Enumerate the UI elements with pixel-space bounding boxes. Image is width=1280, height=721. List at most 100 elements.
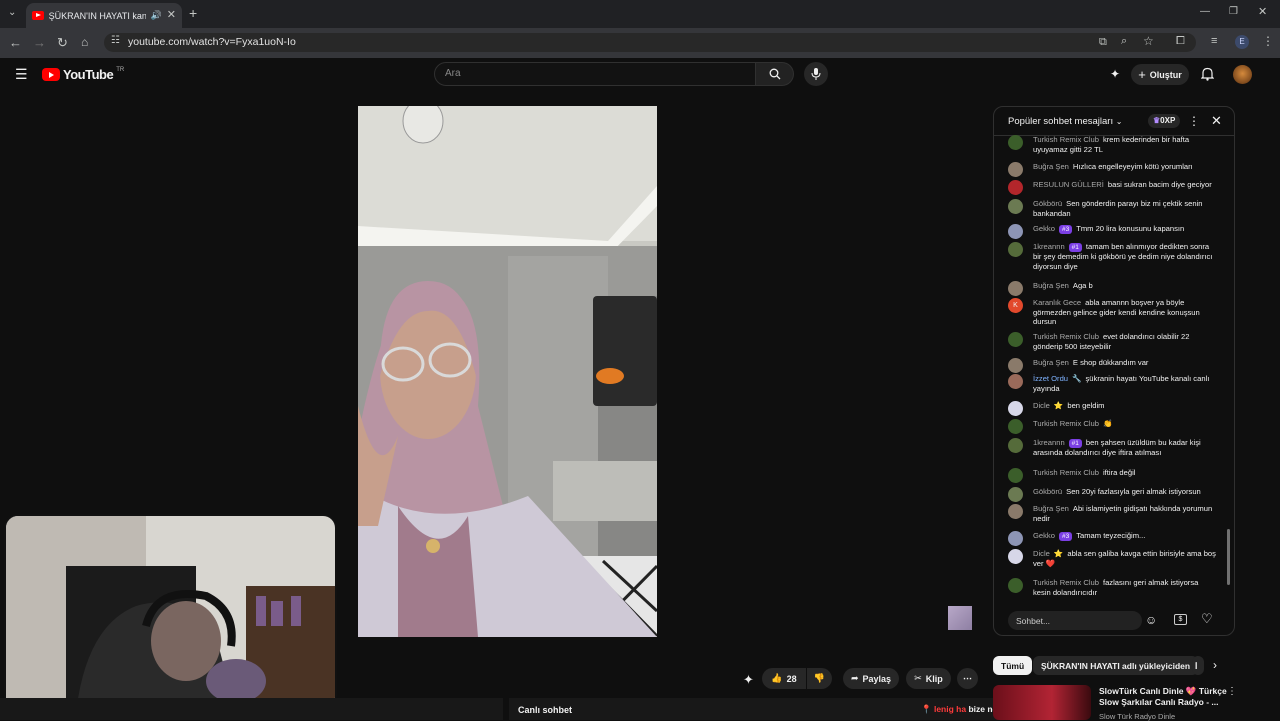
chip-from-uploader[interactable]: ŞÜKRAN'IN HAYATI adlı yükleyiciden [1033, 656, 1199, 675]
heart-reaction-icon[interactable]: ♡ [1201, 611, 1213, 627]
bookmark-star-icon[interactable]: ☆ [1143, 35, 1154, 47]
chat-author-name[interactable]: Buğra Şen [1033, 281, 1069, 290]
more-actions-button[interactable]: ⋯ [957, 668, 978, 689]
zoom-icon[interactable]: ⌕ [1121, 36, 1127, 47]
chat-author-name[interactable]: 1kreannn [1033, 242, 1065, 251]
like-button[interactable]: 👍 28 [762, 668, 806, 689]
create-button[interactable]: + Oluştur [1131, 64, 1189, 85]
chat-author-avatar[interactable] [1008, 374, 1023, 389]
recommended-more-icon[interactable]: ⋮ [1227, 686, 1237, 697]
chat-message-text: Tamam teyzeciğim... [1076, 531, 1146, 540]
chat-author-name[interactable]: Gekko [1033, 224, 1055, 233]
notifications-bell-icon[interactable] [1201, 67, 1214, 81]
forward-icon[interactable]: → [33, 36, 46, 49]
chat-author-avatar[interactable] [1008, 199, 1023, 214]
back-icon[interactable]: ← [9, 36, 22, 49]
chat-message: RESULUN GÜLLERİ basi sukran bacim diye ge… [1008, 180, 1218, 195]
video-player[interactable] [358, 106, 657, 637]
chat-author-avatar[interactable] [1008, 419, 1023, 434]
reload-icon[interactable]: ↻ [57, 36, 68, 49]
extensions-icon[interactable]: ⧠ [1176, 36, 1185, 47]
chat-scrollbar-thumb[interactable] [1227, 529, 1230, 585]
chat-author-name[interactable]: Gökbörü [1033, 199, 1062, 208]
video-thumbnail-preview[interactable] [948, 606, 972, 630]
chat-author-avatar[interactable] [1008, 224, 1023, 239]
browser-menu-icon[interactable]: ⋮ [1262, 35, 1274, 47]
chat-author-name[interactable]: Turkish Remix Club [1033, 419, 1099, 428]
reading-list-icon[interactable]: ≡ [1211, 36, 1217, 47]
chat-author-avatar[interactable] [1008, 281, 1023, 296]
search-button[interactable] [756, 62, 794, 86]
ask-sparkle-icon[interactable]: ✦ [743, 672, 754, 688]
chip-next-topic[interactable]: İ [1192, 656, 1204, 675]
window-close-icon[interactable]: ✕ [1258, 7, 1267, 18]
share-arrow-icon: ➦ [850, 673, 859, 683]
minimize-icon[interactable]: — [1200, 7, 1210, 17]
chat-author-name[interactable]: İzzet Ordu [1033, 374, 1068, 383]
chat-author-name[interactable]: Turkish Remix Club [1033, 135, 1099, 144]
chat-author-name[interactable]: Dicle [1033, 401, 1050, 410]
chat-author-avatar[interactable] [1008, 487, 1023, 502]
url-text[interactable]: youtube.com/watch?v=Fyxa1uoN-Io [128, 36, 296, 48]
chat-author-avatar[interactable] [1008, 578, 1023, 593]
chat-author-name[interactable]: Dicle [1033, 549, 1050, 558]
site-info-icon[interactable]: ☷ [111, 36, 120, 46]
close-tab-icon[interactable]: ✕ [167, 10, 176, 21]
chat-close-icon[interactable]: ✕ [1211, 113, 1222, 129]
clip-button[interactable]: ✂ Klip [906, 668, 951, 689]
new-tab-button[interactable]: + [189, 6, 197, 20]
recommended-video[interactable]: SlowTürk Canlı Dinle 💖 Türkçe Slow Şarkı… [993, 685, 1237, 721]
chat-author-avatar[interactable] [1008, 332, 1023, 347]
chat-message: Gökbörü Sen gönderdin parayı biz mi çekti… [1008, 199, 1218, 218]
account-avatar[interactable] [1233, 65, 1252, 84]
chat-author-avatar[interactable]: K [1008, 298, 1023, 313]
chat-author-name[interactable]: Turkish Remix Club [1033, 332, 1099, 341]
share-button[interactable]: ➦ Paylaş [843, 668, 899, 689]
chat-author-name[interactable]: Buğra Şen [1033, 358, 1069, 367]
chat-input[interactable]: Sohbet... [1008, 611, 1142, 630]
chat-scrollbar[interactable] [1227, 139, 1231, 597]
chat-author-avatar[interactable] [1008, 135, 1023, 150]
youtube-logo[interactable]: YouTube TR [42, 67, 124, 82]
chat-author-name[interactable]: Buğra Şen [1033, 504, 1069, 513]
chat-points-badge[interactable]: ♛0XP [1148, 114, 1181, 128]
chat-author-name[interactable]: Gökbörü [1033, 487, 1062, 496]
chat-author-name[interactable]: 1kreannn [1033, 438, 1065, 447]
chip-all[interactable]: Tümü [993, 656, 1033, 675]
chat-author-avatar[interactable] [1008, 242, 1023, 257]
install-app-icon[interactable]: ⧉ [1099, 37, 1107, 48]
speaker-icon[interactable]: 🔊 [151, 11, 162, 20]
chat-author-name[interactable]: Turkish Remix Club [1033, 578, 1099, 587]
home-icon[interactable]: ⌂ [81, 36, 88, 48]
emoji-icon[interactable]: ☺ [1145, 613, 1157, 627]
recommended-thumbnail[interactable] [993, 685, 1091, 720]
voice-search-button[interactable] [804, 62, 828, 86]
search-input[interactable]: Ara [434, 62, 756, 86]
chat-author-avatar[interactable] [1008, 468, 1023, 483]
restore-icon[interactable]: ❐ [1229, 7, 1238, 17]
chat-author-avatar[interactable] [1008, 358, 1023, 373]
browser-tab[interactable]: ŞÜKRAN'IN HAYATI kanalı c 🔊 ✕ [26, 3, 182, 28]
chat-author-avatar[interactable] [1008, 401, 1023, 416]
dislike-button[interactable]: 👎 [807, 668, 832, 689]
chat-author-avatar[interactable] [1008, 531, 1023, 546]
chat-author-name[interactable]: Karanlık Gece [1033, 298, 1081, 307]
chat-author-avatar[interactable] [1008, 549, 1023, 564]
chat-author-name[interactable]: Turkish Remix Club [1033, 468, 1099, 477]
profile-avatar[interactable]: E [1235, 35, 1249, 49]
super-chat-icon[interactable]: $ [1174, 614, 1187, 625]
chevron-right-icon[interactable]: › [1213, 658, 1217, 672]
chat-mode-dropdown[interactable]: Popüler sohbet mesajları ⌄ [1008, 116, 1122, 127]
chat-author-avatar[interactable] [1008, 180, 1023, 195]
chat-more-icon[interactable]: ⋮ [1188, 114, 1200, 128]
chat-author-name[interactable]: Gekko [1033, 531, 1055, 540]
chat-author-avatar[interactable] [1008, 162, 1023, 177]
tab-list-icon[interactable]: ⌄ [8, 8, 16, 18]
recommended-title[interactable]: SlowTürk Canlı Dinle 💖 Türkçe Slow Şarkı… [1099, 686, 1232, 708]
chat-author-name[interactable]: Buğra Şen [1033, 162, 1069, 171]
chat-author-avatar[interactable] [1008, 438, 1023, 453]
hamburger-menu-icon[interactable]: ☰ [15, 67, 28, 81]
chat-author-name[interactable]: RESULUN GÜLLERİ [1033, 180, 1104, 189]
chat-author-avatar[interactable] [1008, 504, 1023, 519]
sparkle-icon[interactable]: ✦ [1110, 67, 1120, 81]
